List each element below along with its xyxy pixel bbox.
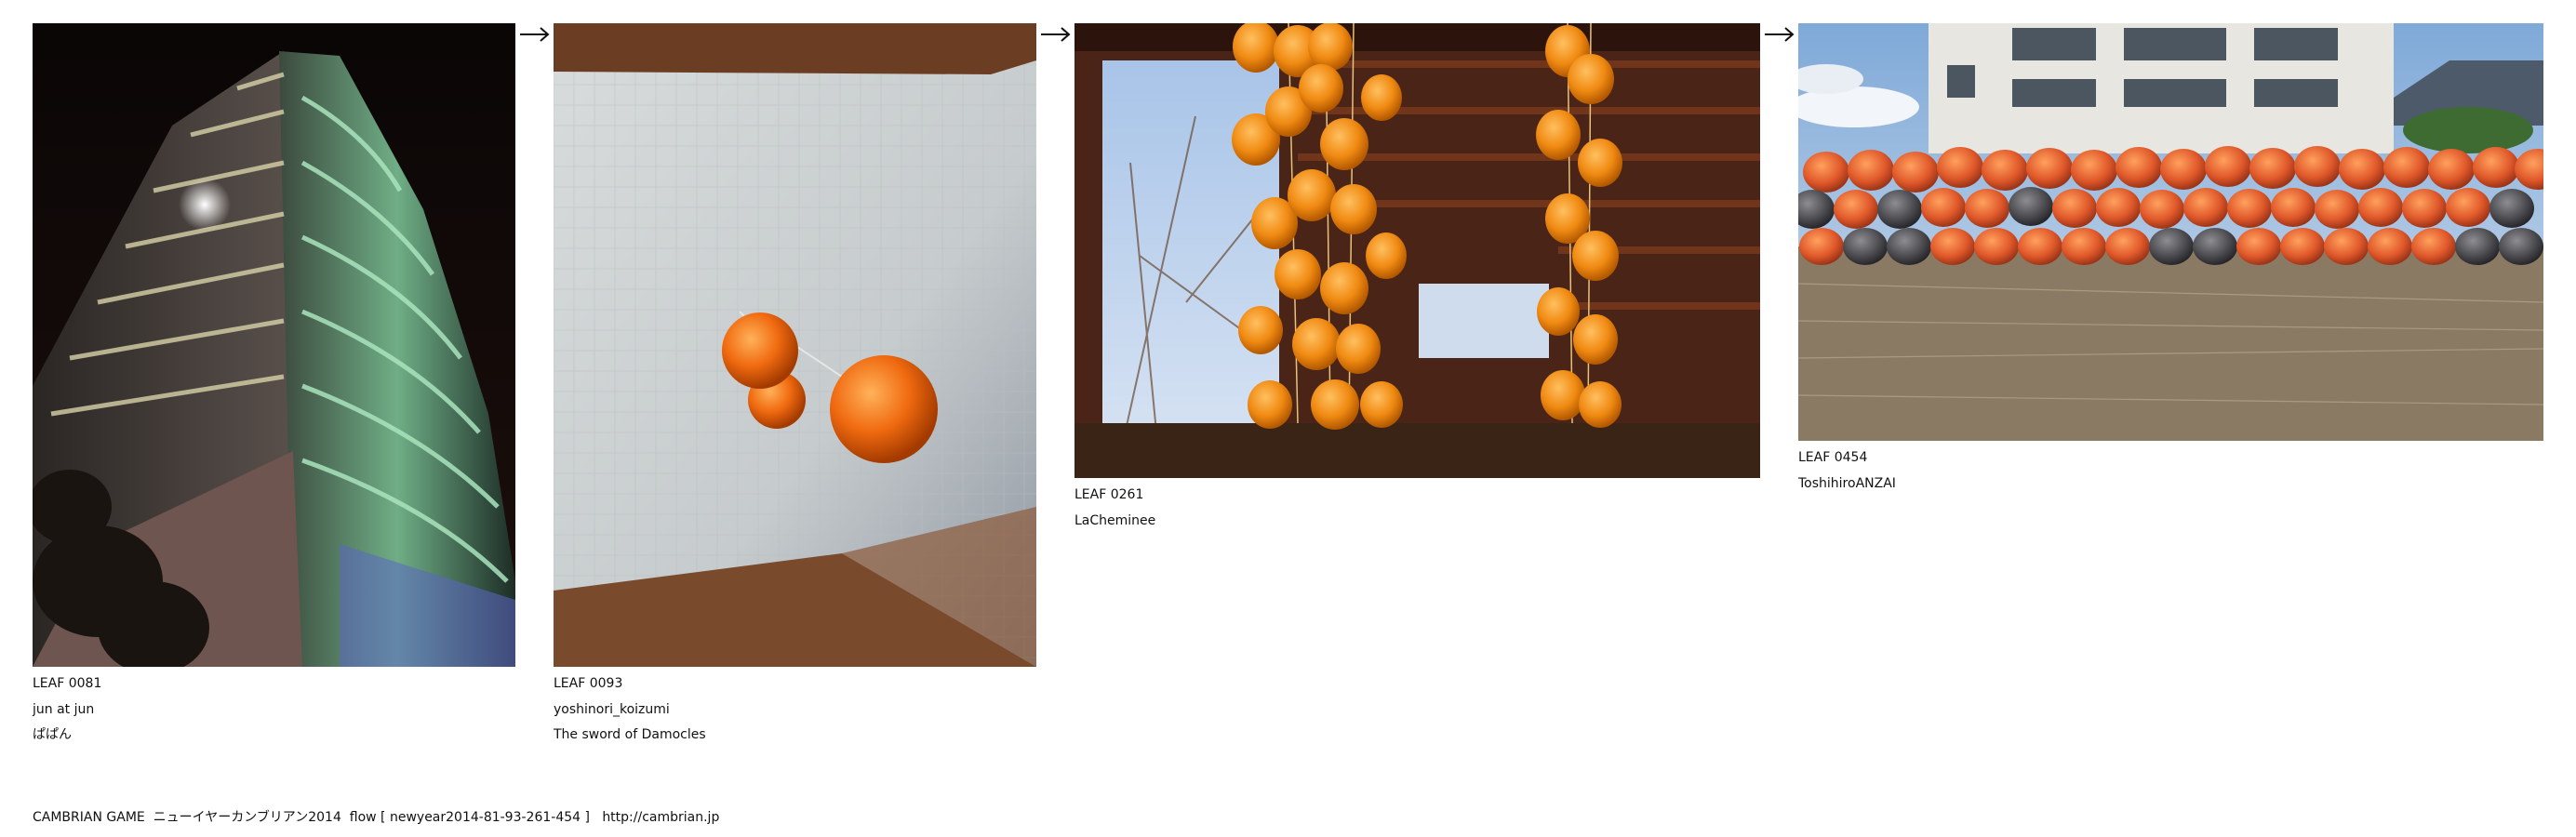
- leaf-0261-code: LEAF 0261: [1074, 487, 1144, 502]
- footer-text: CAMBRIAN GAME ニューイヤーカンブリアン2014 flow [ ne…: [33, 810, 603, 825]
- leaf-0093-author: yoshinori_koizumi: [554, 702, 670, 717]
- leaf-card-0081: LEAF 0081 jun at jun ぱぱん: [33, 23, 515, 742]
- flow-arrow-icon: [1764, 23, 1795, 46]
- flow-arrow-icon: [1040, 23, 1072, 46]
- leaf-card-0454: LEAF 0454 ToshihiroANZAI: [1798, 23, 2543, 491]
- leaf-0261-photo[interactable]: [1074, 23, 1760, 478]
- leaf-0454-photo[interactable]: [1798, 23, 2543, 441]
- leaf-card-0261: LEAF 0261 LaCheminee: [1074, 23, 1760, 528]
- leaf-0081-title: ぱぱん: [33, 727, 72, 742]
- footer-link[interactable]: http://cambrian.jp: [602, 810, 719, 825]
- night-tower-icon: [33, 23, 515, 667]
- hanging-orange-balls-icon: [554, 23, 1036, 667]
- leaf-0261-author: LaCheminee: [1074, 513, 1156, 528]
- leaf-0093-title: The sword of Damocles: [554, 727, 706, 742]
- footer: CAMBRIAN GAME ニューイヤーカンブリアン2014 flow [ ne…: [33, 807, 719, 826]
- leaf-0081-photo[interactable]: [33, 23, 515, 667]
- leaf-0454-code: LEAF 0454: [1798, 450, 1868, 465]
- leaf-0081-author: jun at jun: [33, 702, 95, 717]
- leaf-0454-author: ToshihiroANZAI: [1798, 476, 1896, 491]
- leaf-0081-code: LEAF 0081: [33, 676, 102, 691]
- leaf-0093-code: LEAF 0093: [554, 676, 623, 691]
- dried-persimmons-icon: [1074, 23, 1760, 478]
- leaf-0093-photo[interactable]: [554, 23, 1036, 667]
- flow-arrow-icon: [519, 23, 551, 46]
- leaf-card-0093: LEAF 0093 yoshinori_koizumi The sword of…: [554, 23, 1036, 742]
- buoy-wall-icon: [1798, 23, 2543, 441]
